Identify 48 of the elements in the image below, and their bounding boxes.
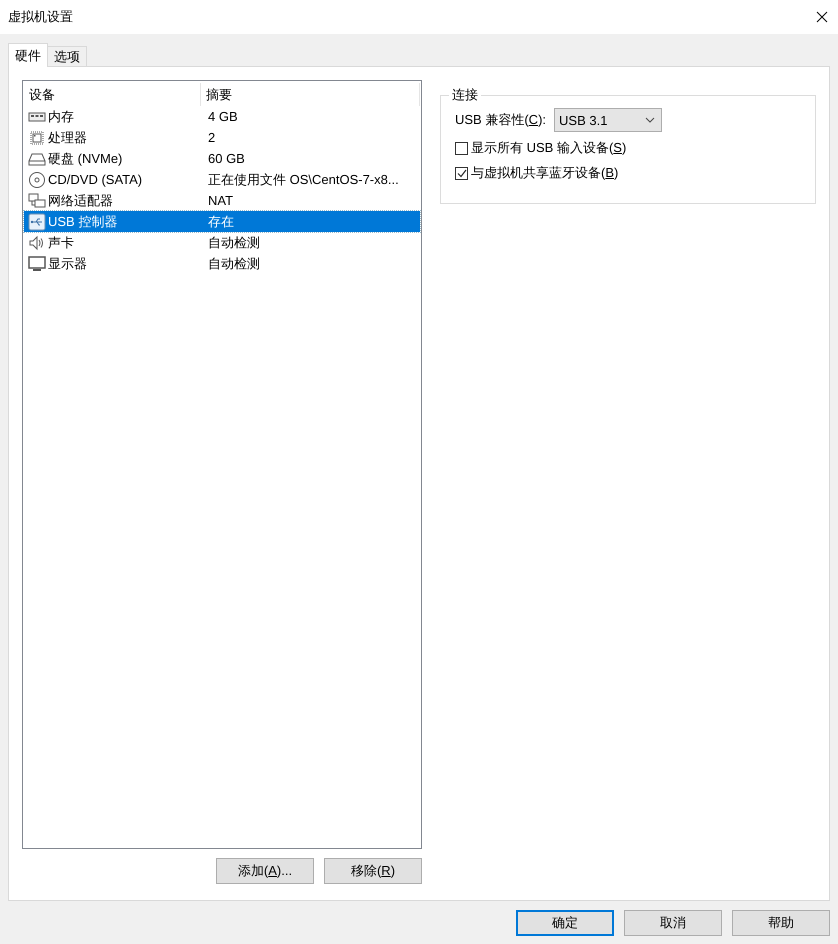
window-title: 虚拟机设置	[8, 8, 73, 26]
checkbox[interactable]	[455, 166, 468, 180]
device-name: USB 控制器	[48, 212, 118, 230]
checkbox-label[interactable]: 与虚拟机共享蓝牙设备(B)	[471, 164, 618, 182]
device-row[interactable]: 显示器 自动检测	[24, 253, 420, 274]
device-summary: NAT	[207, 193, 234, 208]
tab[interactable]: 选项	[47, 46, 87, 67]
device-summary: 自动检测	[207, 254, 260, 272]
device-name: 声卡	[48, 234, 74, 252]
tab[interactable]: 硬件	[8, 43, 48, 67]
device-row[interactable]: 内存 4 GB	[24, 106, 420, 127]
device-row[interactable]: 处理器 2	[24, 127, 420, 148]
device-summary: 4 GB	[207, 109, 238, 124]
group-title: 连接	[451, 86, 479, 104]
disc-icon	[28, 170, 46, 188]
device-name: 显示器	[48, 254, 87, 272]
add-button[interactable]: 添加(A)...	[216, 858, 314, 884]
device-name: 内存	[48, 108, 74, 126]
device-summary: 存在	[207, 212, 234, 230]
field-label: USB 兼容性(C):	[455, 111, 546, 129]
device-row[interactable]: 声卡 自动检测	[24, 232, 420, 253]
device-row[interactable]: 硬盘 (NVMe) 60 GB	[24, 148, 420, 169]
device-summary: 60 GB	[207, 151, 245, 166]
close-icon[interactable]	[816, 11, 828, 23]
checkbox-label[interactable]: 显示所有 USB 输入设备(S)	[471, 139, 626, 157]
device-name: CD/DVD (SATA)	[48, 172, 142, 187]
remove-button[interactable]: 移除(R)	[324, 858, 422, 884]
usb-icon	[28, 212, 46, 230]
device-row[interactable]: USB 控制器 存在	[24, 211, 420, 232]
device-row[interactable]: 网络适配器 NAT	[24, 190, 420, 211]
device-summary: 2	[207, 130, 216, 145]
dialog-button[interactable]: 取消	[624, 910, 722, 936]
chevron-down-icon	[645, 117, 656, 123]
device-row[interactable]: CD/DVD (SATA) 正在使用文件 OS\CentOS-7-x8...	[24, 169, 420, 190]
device-name: 硬盘 (NVMe)	[48, 150, 122, 168]
device-summary: 正在使用文件 OS\CentOS-7-x8...	[207, 170, 399, 188]
device-name: 网络适配器	[48, 192, 113, 210]
device-name: 处理器	[48, 128, 87, 146]
checkbox[interactable]	[455, 142, 468, 154]
usb-compatibility-dropdown[interactable]: USB 3.1	[554, 108, 662, 132]
column-header[interactable]: 摘要	[201, 83, 420, 106]
dialog-button[interactable]: 确定	[516, 910, 614, 936]
monitor-icon	[28, 254, 46, 272]
device-summary: 自动检测	[207, 234, 260, 252]
speaker-icon	[28, 234, 46, 252]
column-header[interactable]: 设备	[24, 83, 201, 106]
network-icon	[28, 192, 46, 210]
dialog-button[interactable]: 帮助	[732, 910, 830, 936]
